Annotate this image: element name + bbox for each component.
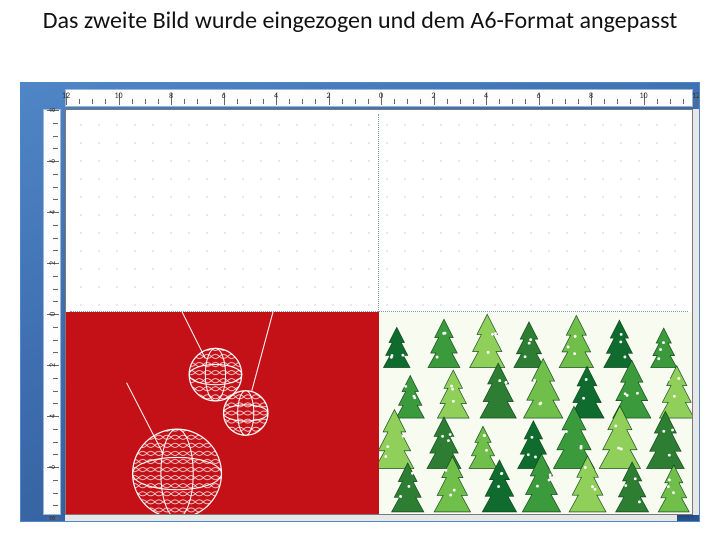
hruler-label: 6 [221, 91, 225, 101]
vruler-label: 4 [48, 205, 58, 219]
slide-title: Das zweite Bild wurde eingezogen und dem… [0, 6, 720, 36]
slide: Das zweite Bild wurde eingezogen und dem… [0, 0, 720, 540]
ornaments-svg [66, 312, 379, 514]
horizontal-ruler: 12108642024681012 [65, 89, 693, 107]
hruler-label: 8 [169, 91, 173, 101]
hruler-label: 0 [379, 91, 383, 101]
hruler-label: 8 [589, 91, 593, 101]
hruler-label: 2 [326, 91, 330, 101]
vruler-label: 2 [48, 358, 58, 372]
vruler-label: 6 [48, 460, 58, 474]
grid-dots [72, 116, 686, 312]
vertical-scrollbar[interactable] [693, 109, 699, 515]
horizontal-scrollbar[interactable] [65, 515, 677, 521]
hruler-label: 4 [274, 91, 278, 101]
bottom-left-image [66, 312, 379, 514]
vruler-label: 4 [48, 409, 58, 423]
vruler-label: 8 [48, 511, 58, 522]
hruler-label: 4 [484, 91, 488, 101]
page-canvas [65, 109, 693, 515]
word-editor-screenshot: 12 10 8 6 4 2 0 2 4 6 8 10 12 8 6 4 2 0 2 4 6 8 [20, 82, 700, 522]
hruler-label: 6 [536, 91, 540, 101]
hruler-label: 12 [692, 91, 700, 101]
vruler-label: 6 [48, 154, 58, 168]
bottom-right-image [379, 312, 692, 514]
hruler-label: 2 [431, 91, 435, 101]
trees-svg [379, 312, 692, 514]
vruler-label: 0 [48, 307, 58, 321]
hruler-label: 10 [639, 91, 647, 101]
vertical-ruler: 864202468 [43, 109, 61, 515]
hruler-label: 10 [114, 91, 122, 101]
hruler-label: 12 [62, 91, 70, 101]
vruler-label: 2 [48, 256, 58, 270]
vruler-label: 8 [48, 103, 58, 117]
